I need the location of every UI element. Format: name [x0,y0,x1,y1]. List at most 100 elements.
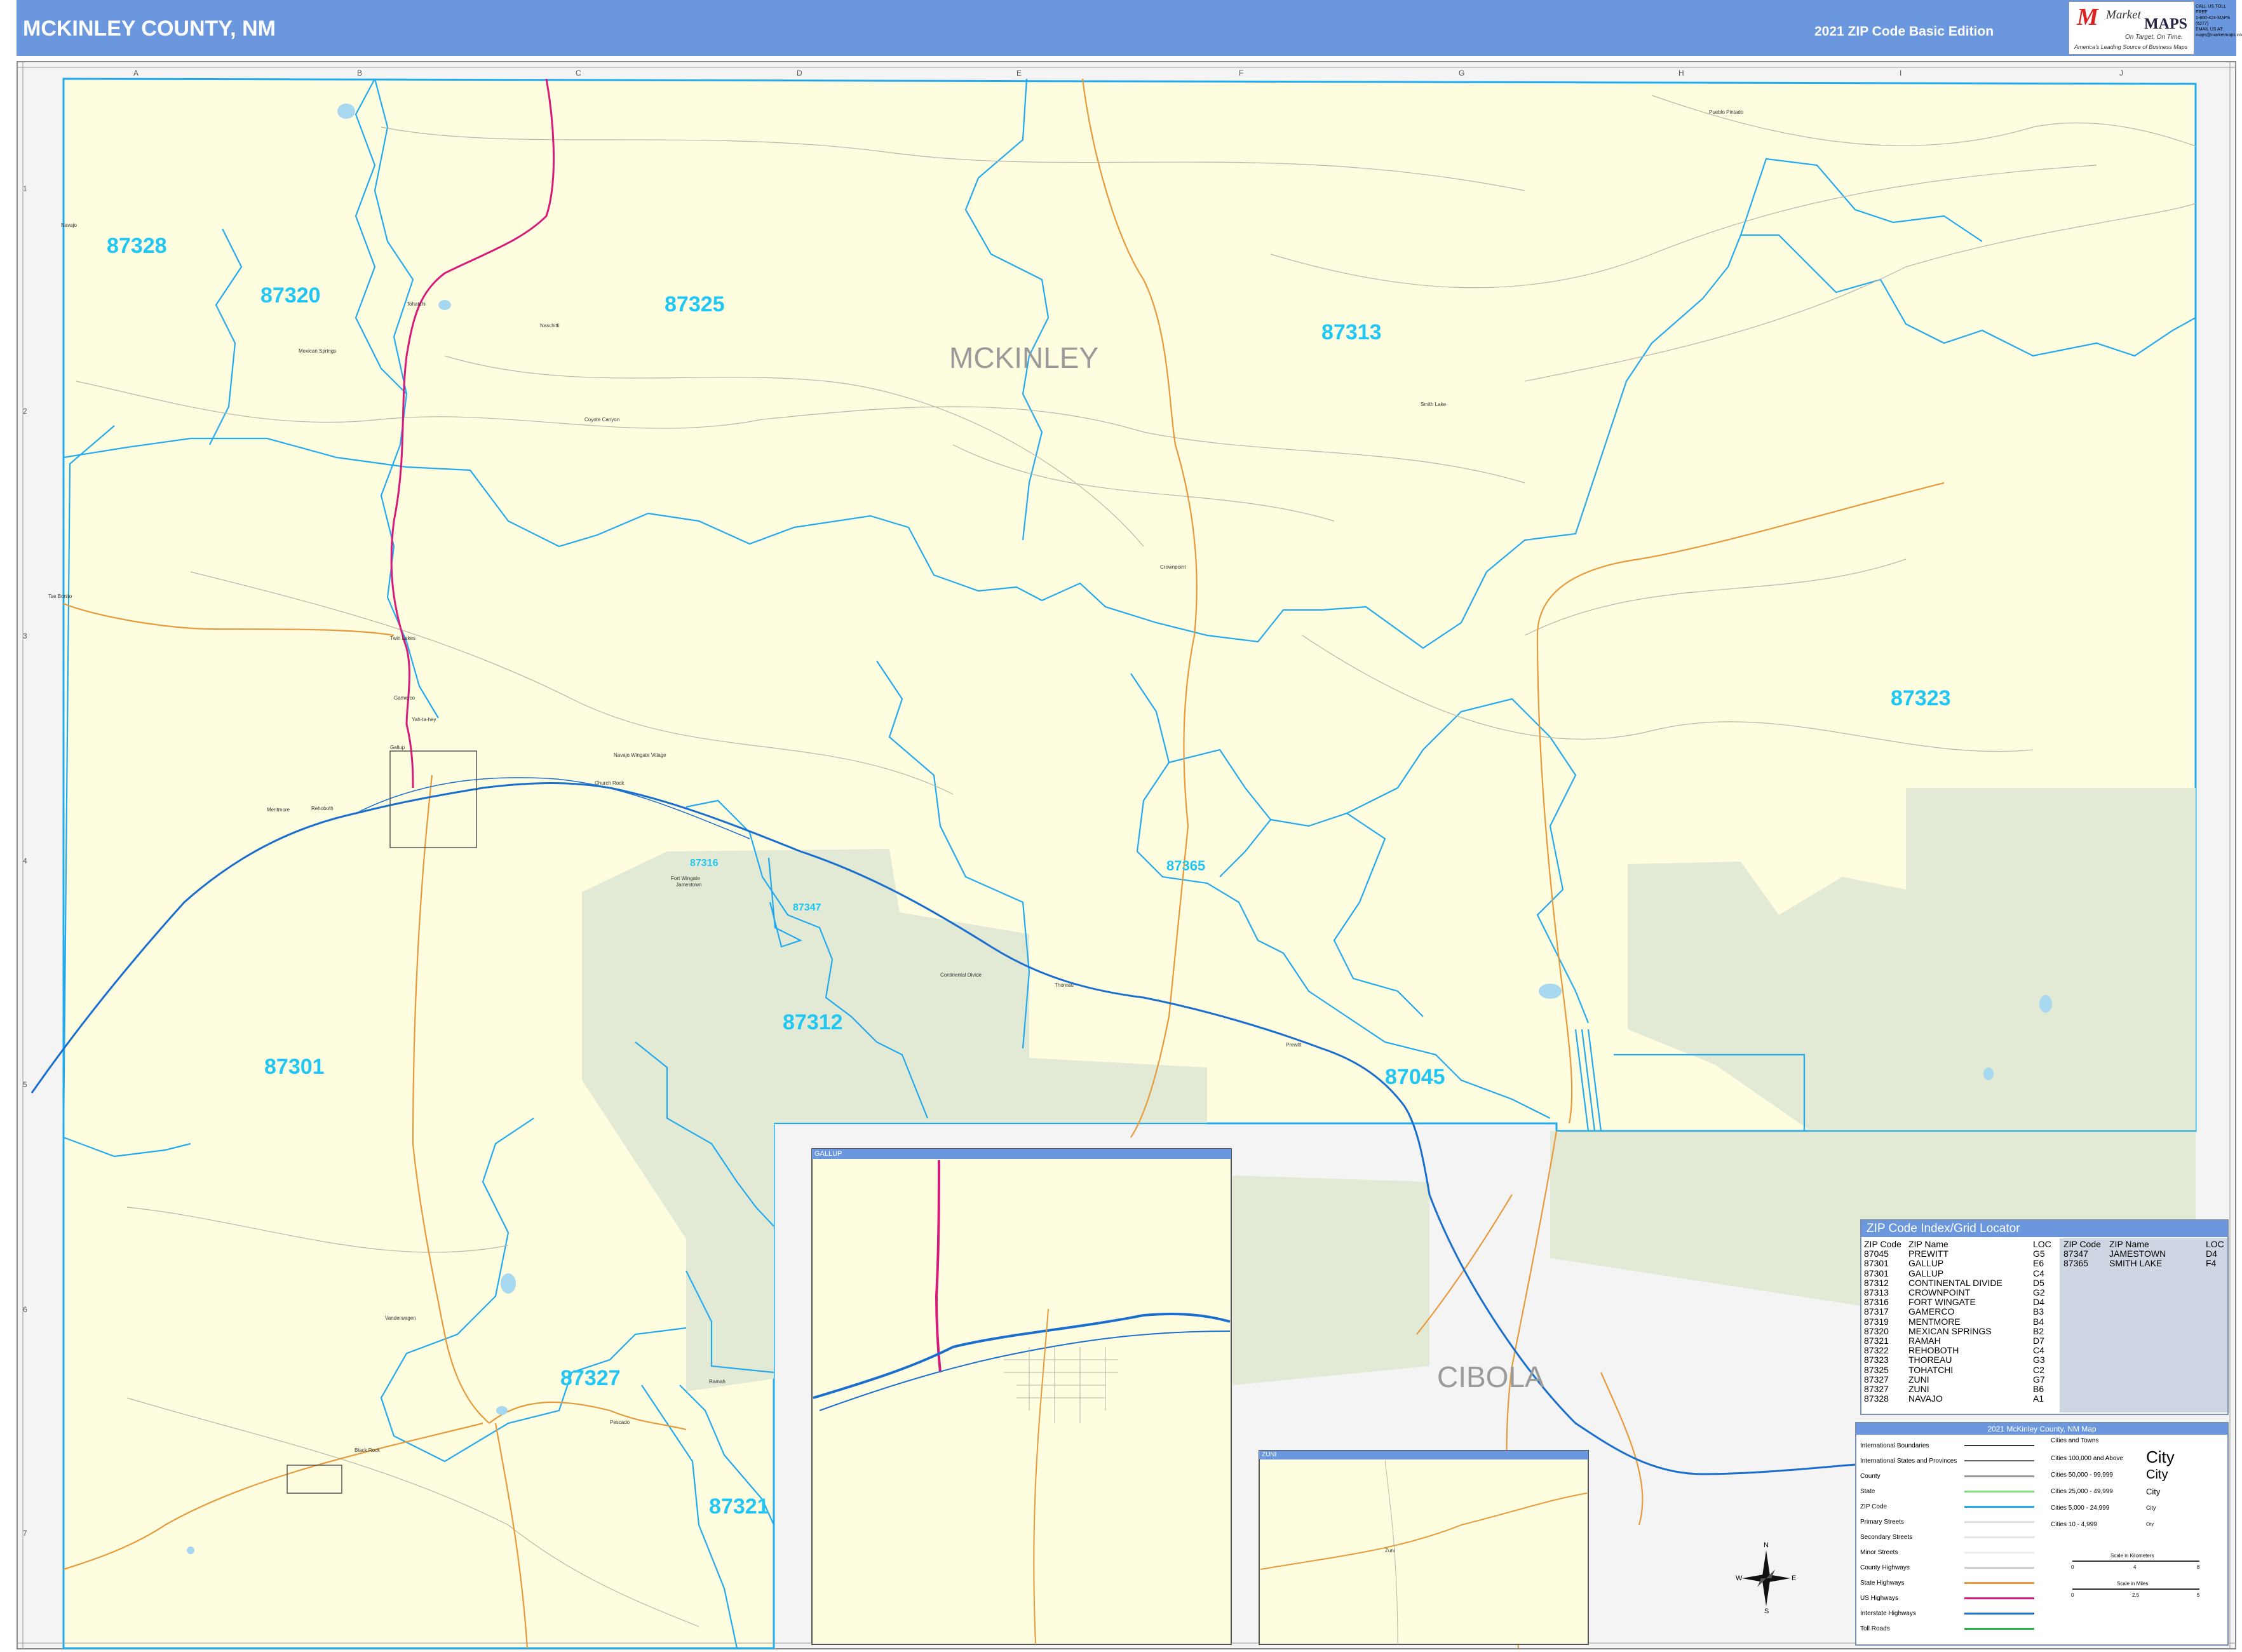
grid-row-label: 6 [23,1305,27,1314]
zip-cell: B2 [2033,1325,2044,1336]
legend-swatch [1964,1521,2034,1523]
zip-label[interactable]: 87327 [560,1366,621,1391]
legend-item: Secondary Streets [1860,1534,1913,1541]
compass-rose: N S W E [1736,1541,1797,1615]
zip-cell: TOHATCHI [1908,1364,1954,1375]
gallup-inset[interactable] [811,1148,1232,1645]
legend-item: Minor Streets [1860,1549,1898,1556]
zip-label[interactable]: 87328 [107,234,167,259]
scale-tick: 5 [2197,1592,2200,1598]
zip-cell: 87320 [1864,1325,1889,1336]
grid-col-label: H [1678,69,1684,78]
legend-city-item: Cities 10 - 4,999 [2051,1521,2097,1528]
zip-cell: D4 [2033,1297,2044,1308]
legend-item: State Highways [1860,1580,1905,1587]
place-label: Zuni [1385,1548,1395,1554]
zip-cell: MEXICAN SPRINGS [1908,1325,1992,1336]
scale-km-bar [2072,1561,2199,1562]
compass-w: W [1736,1574,1743,1582]
zip-cell: 87322 [1864,1345,1889,1356]
legend-swatch [1964,1445,2034,1446]
scale-tick: 0 [2071,1592,2074,1598]
place-label: Pescado [610,1419,630,1425]
grid-col-label: J [2119,69,2123,78]
zip-header: ZIP Name [1908,1239,1948,1249]
place-label: Fort Wingate [671,876,700,881]
zip-cell: B4 [2033,1316,2044,1327]
zip-cell: G5 [2033,1249,2045,1259]
zip-label[interactable]: 87365 [1166,858,1205,874]
zip-cell: 87321 [1864,1336,1889,1346]
zip-cell: 87317 [1864,1306,1889,1317]
legend-swatch [1964,1582,2034,1584]
zuni-inset-title: ZUNI [1262,1451,1277,1458]
place-label: Continental Divide [940,972,982,978]
zip-cell: 87312 [1864,1277,1889,1288]
zip-label[interactable]: 87045 [1385,1065,1445,1090]
zip-index-title: ZIP Code Index/Grid Locator [1861,1221,2227,1237]
legend-item: Toll Roads [1860,1625,1890,1632]
place-label: Ramah [709,1379,726,1385]
legend-title: 2021 McKinley County, NM Map [1856,1423,2227,1435]
zuni-inset[interactable] [1259,1450,1589,1645]
zip-cell: E6 [2033,1258,2044,1269]
zip-code-column-right: ZIP Code 87347 87365 [2063,1239,2108,1269]
place-label: Naschitti [540,323,560,328]
legend-item: County Highways [1860,1564,1910,1571]
zip-label[interactable]: 87323 [1891,686,1951,711]
legend-item: US Highways [1860,1595,1899,1602]
zip-label[interactable]: 87325 [665,292,725,317]
zip-label[interactable]: 87321 [709,1494,769,1519]
zip-cell: ZUNI [1908,1384,1929,1395]
zip-label[interactable]: 87312 [783,1010,843,1035]
national-forest-area [1232,1175,1429,1385]
place-label: Gamerco [394,695,415,701]
zip-cell: THOREAU [1908,1355,1952,1365]
zip-label[interactable]: 87347 [793,902,821,914]
place-label: Tohatchi [407,301,426,307]
zip-cell: 87323 [1864,1355,1889,1365]
grid-col-label: C [576,69,581,78]
grid-row-label: 1 [23,184,27,193]
place-label: Gallup [390,745,405,750]
zip-label[interactable]: 87313 [1321,320,1382,345]
scale-tick: 4 [2133,1564,2137,1570]
scale-mi-label: Scale in Miles [2117,1581,2149,1587]
legend-swatch [1964,1597,2034,1599]
place-label: Crownpoint [1160,564,1186,570]
zip-loc-column-right: LOC D4 F4 [2206,1239,2226,1269]
zip-code-column: ZIP Code 87045 87301 87301 87312 87313 8… [1864,1239,1908,1404]
zip-cell: 87327 [1864,1374,1889,1385]
legend-swatch [1964,1460,2034,1461]
legend-swatch [1964,1628,2034,1630]
grid-col-label: D [797,69,802,78]
legend-swatch [1964,1552,2034,1554]
legend-city-sample: City [2146,1468,2168,1482]
zip-label[interactable]: 87301 [264,1055,325,1080]
zip-cell: 87328 [1864,1393,1889,1404]
zip-cell: 87301 [1864,1268,1889,1278]
grid-row-label: 2 [23,407,27,416]
zip-name-column: ZIP Name PREWITT GALLUP GALLUP CONTINENT… [1908,1239,2036,1404]
legend-item: Primary Streets [1860,1519,1904,1526]
legend-city-item: Cities 5,000 - 24,999 [2051,1505,2110,1512]
place-label: Navajo [61,222,77,228]
place-label: Pueblo Pintado [1709,109,1744,115]
gallup-inset-title: GALLUP [814,1150,842,1158]
legend-city-sample: City [2146,1522,2154,1527]
zip-cell: G7 [2033,1374,2045,1385]
place-label: Tse Bonito [48,593,72,599]
scale-mi-bar [2072,1588,2199,1590]
zip-header: ZIP Name [2109,1239,2149,1249]
zip-cell: A1 [2033,1393,2044,1404]
grid-row-label: 5 [23,1080,27,1089]
zip-label[interactable]: 87316 [690,858,719,869]
place-label: Mentmore [267,807,290,813]
zip-label[interactable]: 87320 [260,283,321,308]
zip-name-column-right: ZIP Name JAMESTOWN SMITH LAKE [2109,1239,2205,1269]
place-label: Jamestown [676,882,702,888]
zip-cell: 87316 [1864,1297,1889,1308]
compass-icon [1742,1550,1790,1606]
zip-cell: REHOBOTH [1908,1345,1959,1356]
place-label: Vanderwagen [385,1315,416,1321]
